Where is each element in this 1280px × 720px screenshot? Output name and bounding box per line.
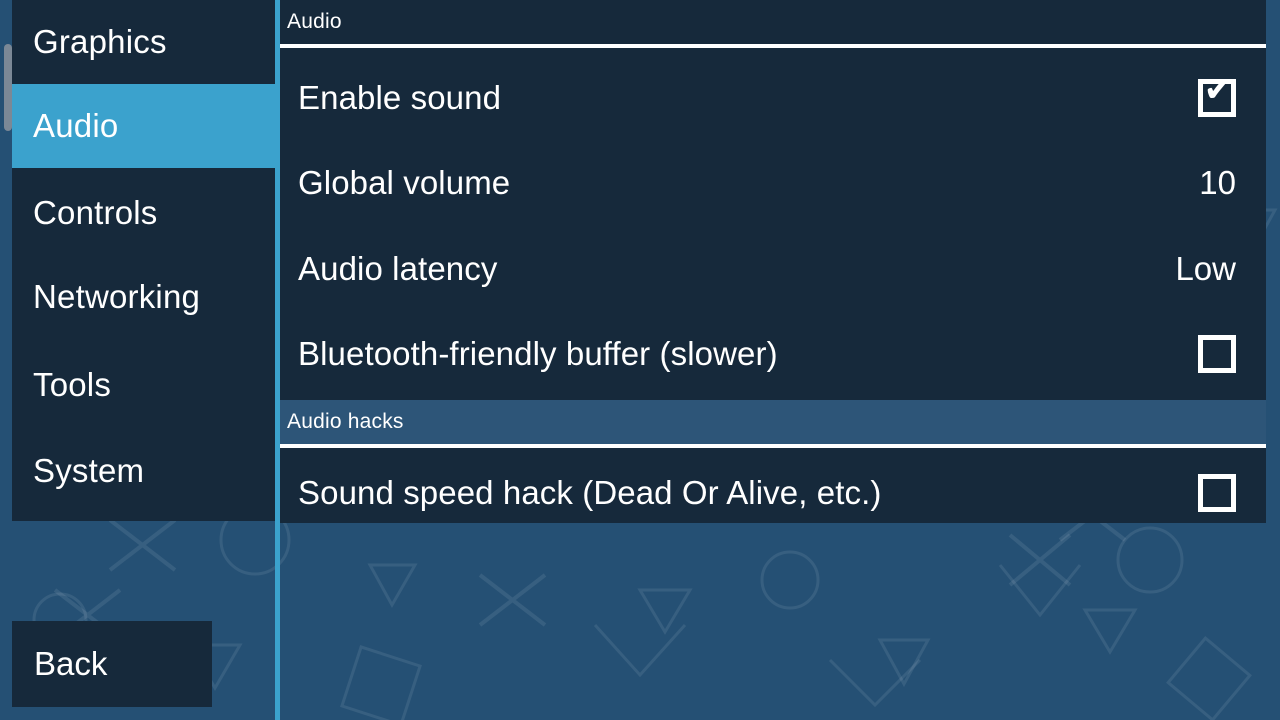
setting-row-audio-latency[interactable]: Audio latency Low bbox=[280, 226, 1266, 311]
section-header-audio-hacks: Audio hacks bbox=[280, 400, 1266, 444]
sidebar-item-networking[interactable]: Networking bbox=[12, 255, 275, 339]
sidebar: Graphics Audio Controls Networking Tools… bbox=[0, 0, 276, 720]
sidebar-item-system[interactable]: System bbox=[12, 429, 275, 513]
setting-label: Audio latency bbox=[298, 249, 498, 287]
back-button[interactable]: Back bbox=[12, 621, 212, 707]
back-button-label: Back bbox=[34, 645, 108, 682]
setting-row-sound-speed-hack[interactable]: Sound speed hack (Dead Or Alive, etc.) bbox=[280, 450, 1266, 535]
sidebar-item-graphics[interactable]: Graphics bbox=[12, 0, 275, 84]
setting-value-global-volume: 10 bbox=[1199, 163, 1236, 201]
section-title: Audio hacks bbox=[287, 410, 404, 433]
setting-label: Bluetooth-friendly buffer (slower) bbox=[298, 334, 778, 372]
sidebar-item-label: Tools bbox=[33, 366, 112, 403]
sidebar-panel: Graphics Audio Controls Networking Tools… bbox=[12, 0, 275, 521]
setting-label: Enable sound bbox=[298, 78, 502, 116]
sidebar-scrollbar-thumb[interactable] bbox=[4, 44, 12, 131]
setting-value-audio-latency: Low bbox=[1175, 249, 1236, 287]
checkbox-sound-speed-hack[interactable] bbox=[1198, 473, 1236, 512]
setting-label: Sound speed hack (Dead Or Alive, etc.) bbox=[298, 473, 882, 511]
section-header-audio: Audio bbox=[280, 0, 1266, 44]
sidebar-item-controls[interactable]: Controls bbox=[12, 171, 275, 255]
sidebar-item-label: Controls bbox=[33, 194, 158, 231]
check-icon bbox=[1199, 466, 1237, 504]
setting-row-enable-sound[interactable]: Enable sound ✔ bbox=[280, 55, 1266, 140]
check-icon bbox=[1199, 327, 1237, 365]
sidebar-content-divider bbox=[275, 0, 280, 720]
sidebar-item-label: Graphics bbox=[33, 23, 167, 60]
setting-row-global-volume[interactable]: Global volume 10 bbox=[280, 140, 1266, 225]
checkbox-enable-sound[interactable]: ✔ bbox=[1198, 71, 1236, 117]
setting-row-bluetooth-buffer[interactable]: Bluetooth-friendly buffer (slower) bbox=[280, 311, 1266, 396]
sidebar-item-tools[interactable]: Tools bbox=[12, 343, 275, 427]
sidebar-item-label: Networking bbox=[33, 278, 201, 315]
settings-content: Audio Enable sound ✔ Global volume 10 Au… bbox=[280, 0, 1280, 720]
sidebar-item-label: Audio bbox=[33, 107, 119, 144]
sidebar-item-audio[interactable]: Audio bbox=[12, 84, 275, 168]
section-title: Audio bbox=[287, 10, 342, 33]
setting-label: Global volume bbox=[298, 163, 511, 201]
check-icon: ✔ bbox=[1203, 69, 1233, 110]
sidebar-item-label: System bbox=[33, 452, 145, 489]
checkbox-bluetooth-buffer[interactable] bbox=[1198, 334, 1236, 373]
ppsspp-settings-screen: Graphics Audio Controls Networking Tools… bbox=[0, 0, 1280, 720]
